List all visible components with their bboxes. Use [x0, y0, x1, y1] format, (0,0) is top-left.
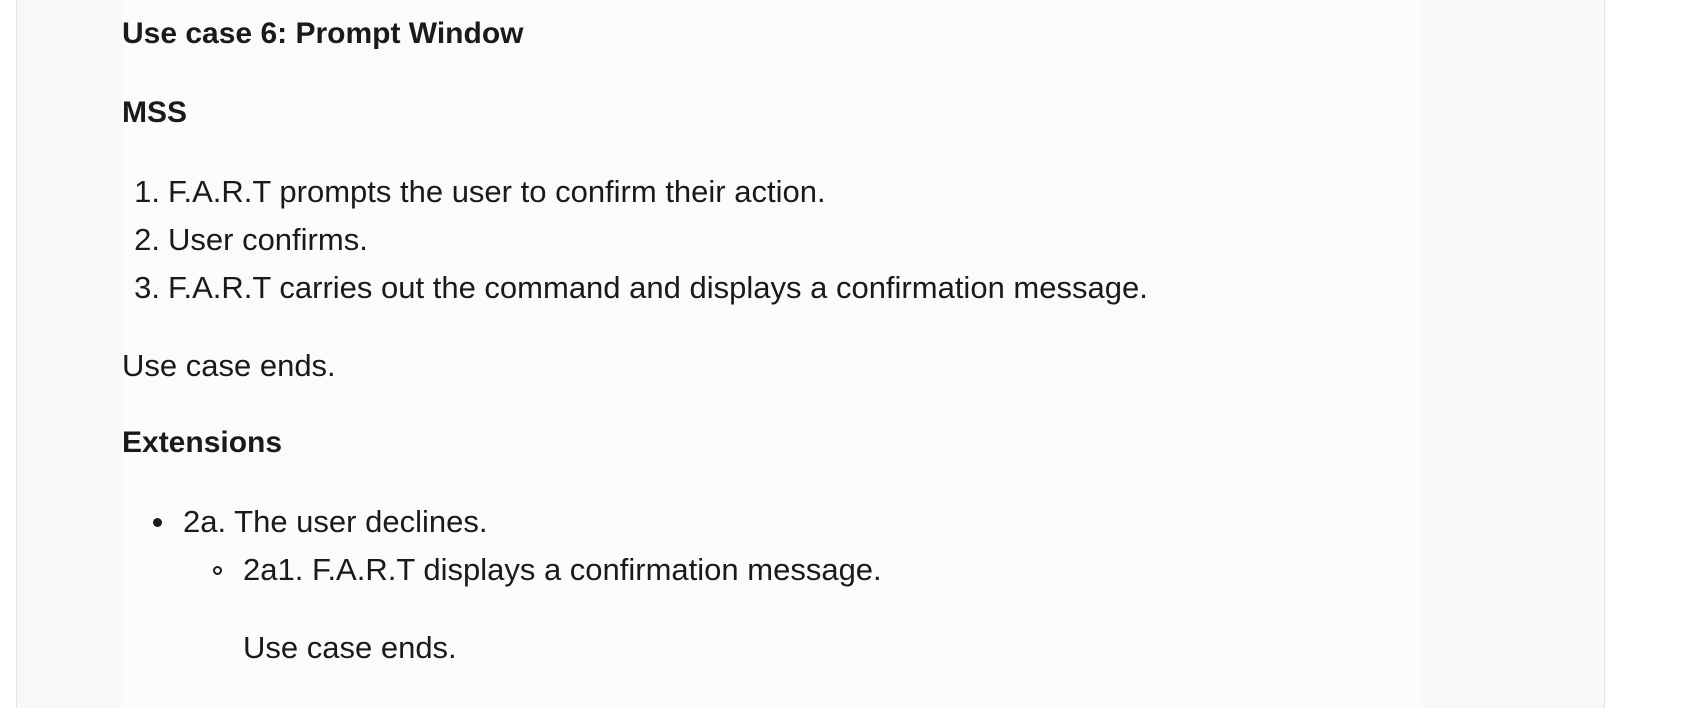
mss-step-text: User confirms.: [168, 222, 368, 257]
extensions-heading: Extensions: [122, 426, 283, 459]
mss-step: 3. F.A.R.T carries out the command and di…: [122, 270, 1148, 306]
extension-item: 2a. The user declines.: [183, 504, 488, 539]
document-page: Use case 6: Prompt Window MSS 1. F.A.R.T …: [16, 0, 1605, 708]
use-case-title: Use case 6: Prompt Window: [122, 17, 524, 50]
document-content: Use case 6: Prompt Window MSS 1. F.A.R.T …: [122, 0, 1422, 708]
mss-step-marker: 1.: [134, 174, 160, 209]
mss-step-text: F.A.R.T carries out the command and disp…: [168, 270, 1148, 305]
mss-step-marker: 3.: [134, 270, 160, 305]
mss-step-marker: 2.: [134, 222, 160, 257]
mss-step-text: F.A.R.T prompts the user to confirm thei…: [168, 174, 826, 209]
bullet-dot-icon: [153, 518, 162, 527]
mss-heading: MSS: [122, 96, 188, 129]
mss-end-text: Use case ends.: [122, 348, 336, 383]
mss-step: 2. User confirms.: [122, 222, 368, 258]
mss-step: 1. F.A.R.T prompts the user to confirm th…: [122, 174, 826, 210]
extension-sub-end-text: Use case ends.: [243, 630, 457, 665]
extension-sub-item: 2a1. F.A.R.T displays a confirmation mes…: [243, 552, 882, 587]
bullet-circle-icon: [213, 566, 222, 575]
